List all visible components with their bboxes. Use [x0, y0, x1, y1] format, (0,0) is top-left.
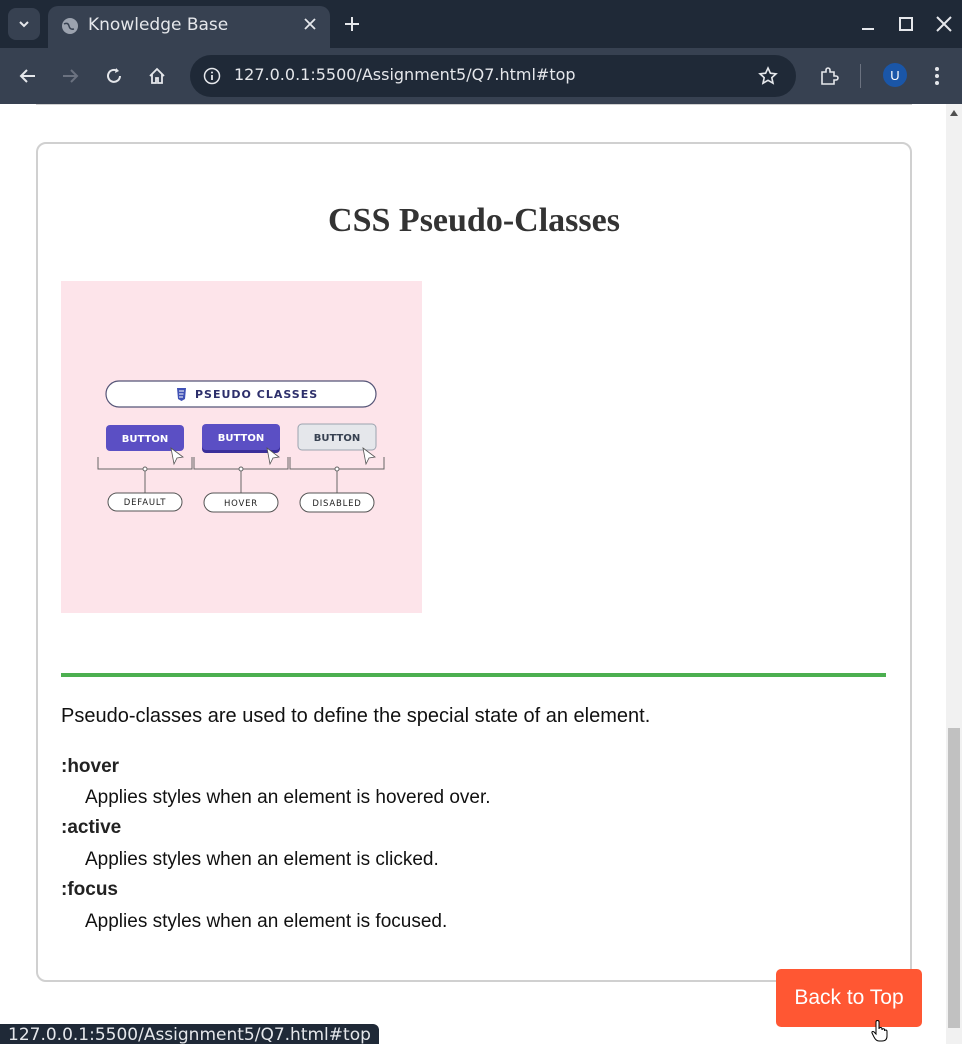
address-bar[interactable]: 127.0.0.1:5500/Assignment5/Q7.html#top — [190, 55, 796, 97]
accent-divider — [61, 673, 886, 677]
reload-button[interactable] — [100, 62, 128, 90]
tab-search-button[interactable] — [8, 8, 40, 40]
plus-icon — [345, 17, 359, 31]
intro-text: Pseudo-classes are used to define the sp… — [61, 705, 651, 727]
url-text[interactable]: 127.0.0.1:5500/Assignment5/Q7.html#top — [234, 65, 576, 84]
browser-toolbar: 127.0.0.1:5500/Assignment5/Q7.html#top U — [0, 48, 962, 104]
page-title: CSS Pseudo-Classes — [328, 202, 620, 239]
topic-card: CSS Pseudo-Classes PSEUDO CLASSES BUTTON… — [36, 142, 912, 982]
maximize-button[interactable] — [894, 12, 918, 36]
back-to-top-button[interactable]: Back to Top — [776, 969, 922, 1027]
state-label-default: DEFAULT — [124, 498, 166, 508]
chevron-down-icon — [19, 21, 29, 28]
demo-button-default: BUTTON — [122, 434, 168, 445]
link-status-bar: 127.0.0.1:5500/Assignment5/Q7.html#top — [0, 1024, 379, 1044]
pseudo-classes-illustration: PSEUDO CLASSES BUTTON BUTTON BUTTON DEFA… — [61, 281, 422, 613]
page-viewport: CSS Pseudo-Classes PSEUDO CLASSES BUTTON… — [0, 104, 946, 1044]
profile-avatar[interactable]: U — [883, 63, 907, 87]
desc-hover: Applies styles when an element is hovere… — [85, 787, 491, 808]
bookmark-star-icon[interactable] — [756, 64, 780, 88]
demo-button-hover: BUTTON — [218, 433, 264, 444]
new-tab-button[interactable] — [340, 12, 364, 36]
toolbar-divider — [860, 64, 861, 88]
extensions-button[interactable] — [815, 62, 843, 90]
site-info-icon[interactable] — [200, 64, 224, 88]
back-button[interactable] — [14, 62, 42, 90]
arrow-left-icon — [19, 69, 35, 83]
state-label-disabled: DISABLED — [312, 499, 361, 509]
puzzle-icon — [821, 67, 839, 85]
maximize-icon — [899, 17, 913, 31]
illustration-header: PSEUDO CLASSES — [195, 388, 318, 401]
arrow-right-icon — [63, 69, 79, 83]
home-icon — [149, 67, 165, 84]
close-tab-icon[interactable] — [300, 14, 320, 34]
kebab-menu-icon — [935, 67, 939, 85]
home-button[interactable] — [143, 62, 171, 90]
state-label-hover: HOVER — [224, 499, 258, 509]
tab-title: Knowledge Base — [88, 15, 229, 35]
scroll-up-arrow-icon[interactable] — [950, 110, 958, 116]
minimize-icon — [862, 28, 874, 30]
menu-button[interactable] — [923, 62, 951, 90]
section-divider — [36, 104, 912, 105]
hand-cursor-icon — [871, 1020, 888, 1042]
desc-focus: Applies styles when an element is focuse… — [85, 911, 448, 932]
term-focus: :focus — [61, 879, 118, 900]
term-hover: :hover — [61, 756, 120, 777]
scrollbar-thumb[interactable] — [948, 728, 960, 1028]
demo-button-disabled: BUTTON — [314, 433, 360, 444]
globe-icon — [60, 16, 80, 41]
close-window-button[interactable] — [932, 12, 956, 36]
forward-button[interactable] — [56, 62, 84, 90]
close-icon — [936, 16, 952, 32]
tab-strip: Knowledge Base — [0, 0, 962, 48]
tab-active[interactable]: Knowledge Base — [48, 6, 330, 48]
term-active: :active — [61, 817, 122, 838]
minimize-button[interactable] — [856, 12, 880, 36]
desc-active: Applies styles when an element is clicke… — [85, 849, 439, 870]
reload-icon — [107, 68, 121, 83]
